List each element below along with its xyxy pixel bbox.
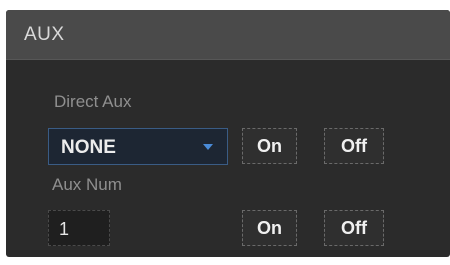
aux-num-value: 1 — [59, 219, 70, 239]
direct-aux-off-button[interactable]: Off — [324, 128, 384, 164]
direct-aux-selected-value: NONE — [61, 137, 116, 158]
aux-num-label: Aux Num — [52, 175, 122, 194]
chevron-down-icon — [203, 144, 213, 150]
aux-num-input[interactable]: 1 — [48, 210, 110, 246]
page-title: AUX — [24, 24, 65, 45]
aux-num-off-button[interactable]: Off — [324, 210, 384, 246]
direct-aux-select[interactable]: NONE — [48, 128, 228, 165]
direct-aux-on-button[interactable]: On — [242, 128, 297, 164]
aux-num-on-button[interactable]: On — [242, 210, 297, 246]
aux-panel: AUX Direct Aux NONE On Off Aux Num 1 On … — [6, 10, 450, 257]
panel-header: AUX — [6, 10, 450, 60]
direct-aux-label: Direct Aux — [54, 92, 132, 111]
